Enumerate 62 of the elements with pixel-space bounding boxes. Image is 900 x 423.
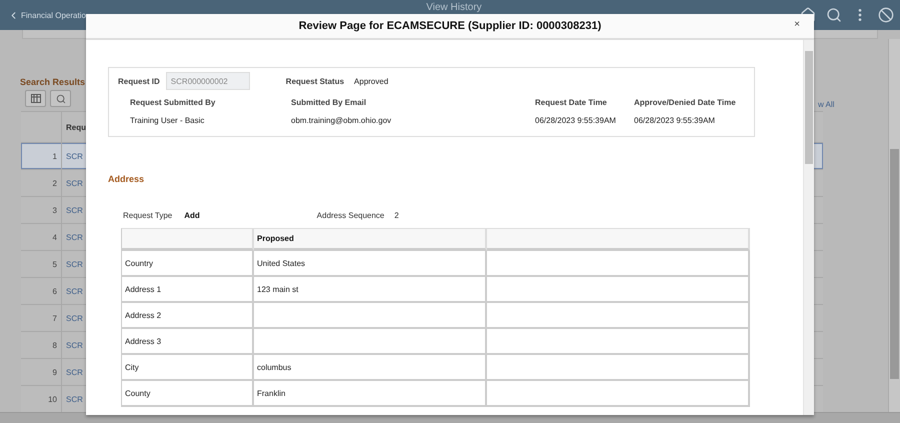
field-value: 2: [394, 211, 399, 220]
request-link[interactable]: SCR: [62, 224, 83, 250]
page-title: View History: [425, 2, 483, 12]
dialog-scrollbar[interactable]: [803, 40, 814, 415]
request-link[interactable]: SCR: [62, 143, 83, 169]
row-number: 9: [21, 359, 62, 385]
field-label: Address Sequence: [316, 211, 384, 220]
row-number: 8: [21, 332, 62, 358]
field-label: Request Type: [123, 211, 172, 220]
table-header: Proposed: [254, 229, 487, 251]
request-link[interactable]: SCR: [62, 278, 83, 304]
request-link[interactable]: SCR: [62, 386, 83, 412]
field-label: Approve/Denied Date Time: [634, 98, 737, 107]
search-button[interactable]: [50, 90, 71, 107]
table-cell: 123 main st: [254, 277, 487, 303]
request-link[interactable]: SCR: [62, 251, 83, 277]
request-link[interactable]: SCR: [62, 170, 83, 196]
field-value: 06/28/2023 9:55:39AM: [634, 116, 716, 125]
page-scrollbar[interactable]: [888, 39, 900, 412]
field-value: Training User - Basic: [130, 116, 206, 125]
back-link[interactable]: Financial Operatio: [8, 10, 86, 20]
request-link[interactable]: SCR: [62, 197, 83, 223]
field-label: Request Status: [286, 76, 344, 86]
search-icon: [56, 94, 66, 104]
dialog-title: Review Page for ECAMSECURE (Supplier ID: 0000308231): [298, 20, 602, 32]
request-link[interactable]: SCR: [62, 332, 83, 358]
section-title: Address: [108, 174, 146, 184]
table-cell: Franklin: [254, 381, 487, 407]
field-value: obm.training@obm.ohio.gov: [291, 116, 392, 125]
request-id-field[interactable]: SCR000000002: [166, 72, 250, 90]
table-cell: City: [122, 355, 254, 381]
column-header: Requ: [65, 122, 86, 134]
row-number: 2: [21, 170, 62, 196]
table-cell: United States: [254, 251, 487, 277]
row-number: 1: [21, 143, 62, 169]
field-label: Submitted By Email: [291, 98, 368, 107]
request-link[interactable]: SCR: [62, 359, 83, 385]
table-cell: Address 1: [122, 277, 254, 303]
field-label: Request Date Time: [535, 98, 608, 107]
row-number: 6: [21, 278, 62, 304]
slashed-circle-icon[interactable]: [878, 7, 894, 23]
search-icon[interactable]: [826, 7, 842, 23]
table-cell: columbus: [254, 355, 487, 381]
table-cell: Address 2: [122, 303, 254, 329]
grid-settings-button[interactable]: [25, 90, 46, 107]
view-all-link[interactable]: w All: [818, 100, 834, 109]
close-button[interactable]: ×: [792, 19, 802, 30]
field-label: Request Submitted By: [130, 98, 216, 107]
search-results-title: Search Results: [20, 77, 86, 87]
row-number: 4: [21, 224, 62, 250]
request-link[interactable]: SCR: [62, 305, 83, 331]
field-label: Request ID: [118, 76, 160, 86]
row-number: 5: [21, 251, 62, 277]
table-cell: Country: [122, 251, 254, 277]
field-value: Add: [184, 211, 200, 220]
table-cell: Address 3: [122, 329, 254, 355]
field-value: Approved: [354, 76, 388, 86]
row-number: 3: [21, 197, 62, 223]
field-value: 06/28/2023 9:55:39AM: [535, 116, 617, 125]
row-number: 7: [21, 305, 62, 331]
grid-icon: [30, 94, 40, 103]
table-cell: County: [122, 381, 254, 407]
